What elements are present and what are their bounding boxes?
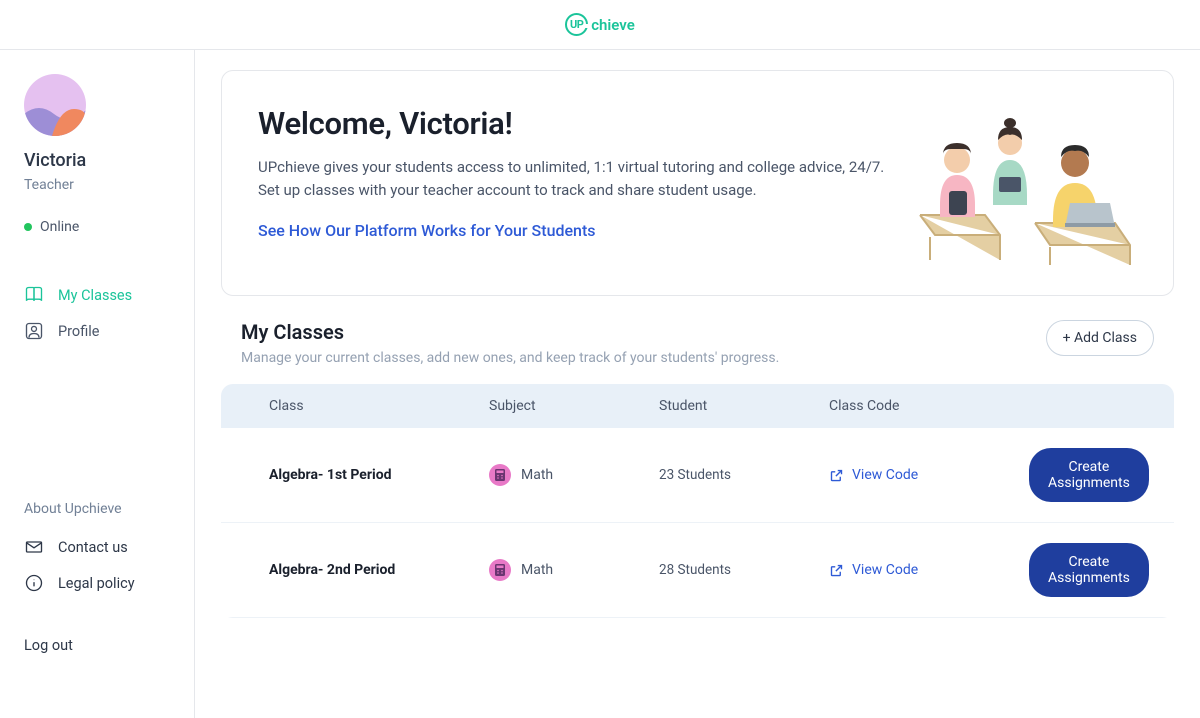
hero-link[interactable]: See How Our Platform Works for Your Stud… bbox=[258, 221, 596, 240]
external-link-icon bbox=[829, 563, 844, 578]
nav-label: Profile bbox=[58, 323, 99, 340]
col-class: Class bbox=[269, 398, 489, 414]
table-row: Algebra- 1st Period Math 23 Students Vie… bbox=[221, 428, 1174, 523]
hero-body: UPchieve gives your students access to u… bbox=[258, 156, 895, 201]
external-link-icon bbox=[829, 468, 844, 483]
user-status: Online bbox=[24, 219, 176, 235]
book-icon bbox=[24, 285, 44, 305]
class-name: Algebra- 1st Period bbox=[269, 467, 489, 483]
nav-my-classes[interactable]: My Classes bbox=[24, 277, 176, 313]
view-code-link[interactable]: View Code bbox=[829, 562, 1029, 578]
view-code-label: View Code bbox=[852, 562, 918, 578]
hero-illustration bbox=[915, 105, 1145, 265]
contact-us-link[interactable]: Contact us bbox=[24, 529, 176, 565]
topbar: UP chieve bbox=[0, 0, 1200, 50]
hero-card: Welcome, Victoria! UPchieve gives your s… bbox=[221, 70, 1174, 296]
logo[interactable]: UP chieve bbox=[565, 13, 635, 36]
nav: My Classes Profile bbox=[24, 277, 176, 349]
classes-header: My Classes Manage your current classes, … bbox=[221, 320, 1174, 366]
nav-profile[interactable]: Profile bbox=[24, 313, 176, 349]
calculator-icon bbox=[489, 559, 511, 581]
user-role: Teacher bbox=[24, 177, 176, 193]
nav-label: My Classes bbox=[58, 287, 132, 304]
create-assignments-button[interactable]: Create Assignments bbox=[1029, 448, 1149, 502]
link-label: Contact us bbox=[58, 539, 128, 556]
col-subject: Subject bbox=[489, 398, 659, 414]
add-class-button[interactable]: + Add Class bbox=[1046, 320, 1154, 356]
classes-table: Class Subject Student Class Code Algebra… bbox=[221, 384, 1174, 618]
class-name: Algebra- 2nd Period bbox=[269, 562, 489, 578]
table-row: Algebra- 2nd Period Math 28 Students Vie… bbox=[221, 523, 1174, 618]
classes-subheading: Manage your current classes, add new one… bbox=[241, 350, 779, 366]
col-student: Student bbox=[659, 398, 829, 414]
logo-text: chieve bbox=[591, 16, 635, 34]
subject-label: Math bbox=[521, 562, 553, 578]
profile-icon bbox=[24, 321, 44, 341]
students-count: 28 Students bbox=[659, 562, 829, 578]
mail-icon bbox=[24, 537, 44, 557]
status-dot-icon bbox=[24, 223, 32, 231]
hero-title: Welcome, Victoria! bbox=[258, 105, 895, 142]
sidebar: Victoria Teacher Online My Classes Prof bbox=[0, 50, 195, 718]
main: Welcome, Victoria! UPchieve gives your s… bbox=[195, 50, 1200, 718]
link-label: Legal policy bbox=[58, 575, 135, 592]
table-header: Class Subject Student Class Code bbox=[221, 384, 1174, 428]
about-heading: About Upchieve bbox=[24, 501, 176, 517]
logout-link[interactable]: Log out bbox=[24, 637, 176, 694]
info-icon bbox=[24, 573, 44, 593]
subject-cell: Math bbox=[489, 464, 659, 486]
user-name: Victoria bbox=[24, 150, 176, 171]
students-count: 23 Students bbox=[659, 467, 829, 483]
logo-badge-icon: UP bbox=[565, 13, 588, 36]
col-code: Class Code bbox=[829, 398, 1029, 414]
subject-cell: Math bbox=[489, 559, 659, 581]
calculator-icon bbox=[489, 464, 511, 486]
view-code-link[interactable]: View Code bbox=[829, 467, 1029, 483]
avatar[interactable] bbox=[24, 74, 86, 136]
status-label: Online bbox=[40, 219, 79, 235]
classes-heading: My Classes bbox=[241, 320, 779, 344]
legal-policy-link[interactable]: Legal policy bbox=[24, 565, 176, 601]
subject-label: Math bbox=[521, 467, 553, 483]
create-assignments-button[interactable]: Create Assignments bbox=[1029, 543, 1149, 597]
view-code-label: View Code bbox=[852, 467, 918, 483]
